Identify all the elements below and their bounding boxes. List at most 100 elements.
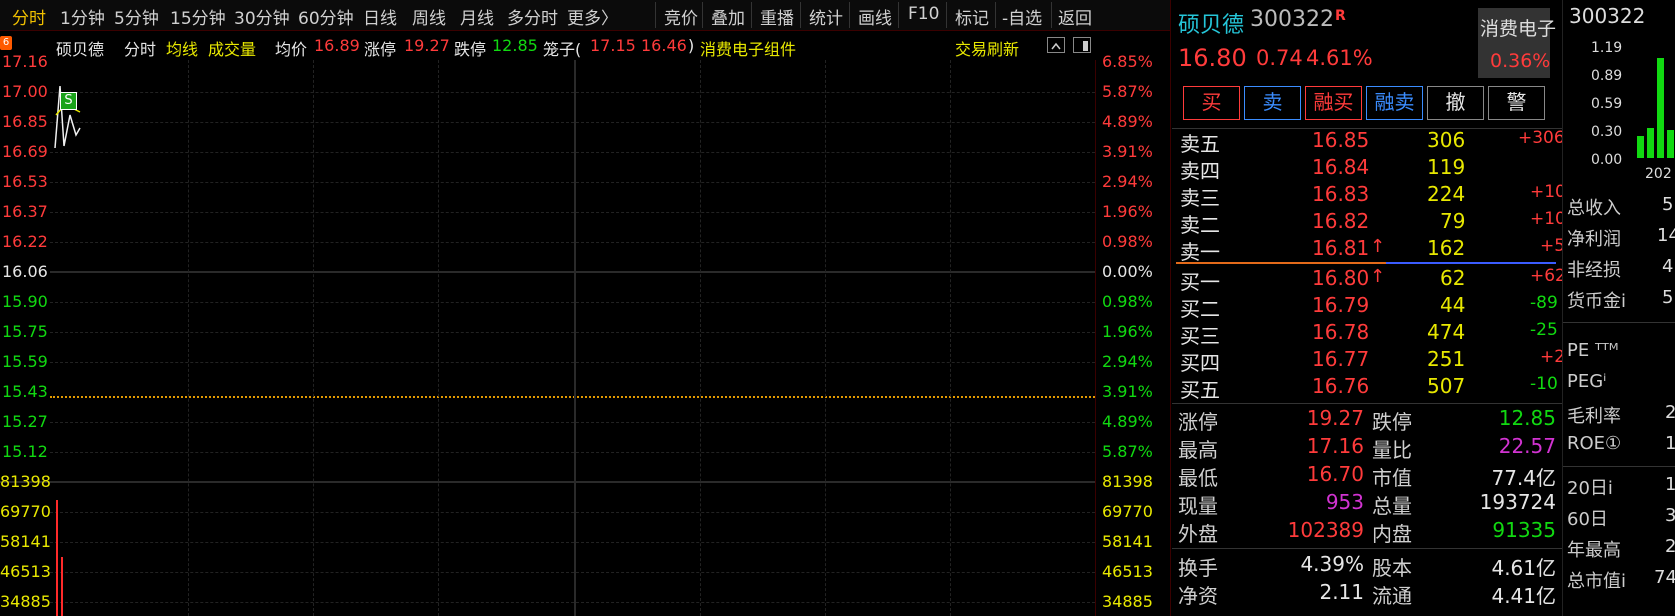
order-delta: +10 — [1530, 209, 1566, 229]
buy-order-row: 买五 16.76 507 -10 — [1180, 374, 1560, 402]
order-price: 16.83 — [1312, 182, 1370, 206]
midday-line — [574, 60, 576, 616]
stat-label: 内盘 — [1372, 522, 1412, 546]
toolbar-divider — [751, 2, 752, 28]
tab-daily[interactable]: 日线 — [363, 4, 397, 29]
stat-label: 涨停 — [1178, 410, 1218, 434]
order-delta: +62 — [1530, 266, 1566, 286]
short-sell-button[interactable]: 融卖 — [1366, 86, 1423, 120]
tab-more[interactable]: 更多〉 — [567, 4, 618, 29]
order-volume: 474 — [1427, 320, 1466, 344]
tab-multi-intraday[interactable]: 多分时 — [507, 4, 558, 29]
gridline — [950, 60, 951, 616]
order-volume: 507 — [1427, 374, 1466, 398]
stat-label: 现量 — [1178, 494, 1218, 518]
zero-line — [50, 271, 1095, 273]
alert-button[interactable]: 警 — [1488, 86, 1545, 120]
order-volume: 224 — [1427, 182, 1466, 206]
tab-15min[interactable]: 15分钟 — [170, 4, 226, 29]
price-change: 0.74 — [1256, 46, 1303, 70]
tab-5min[interactable]: 5分钟 — [114, 4, 159, 29]
ratio-label[interactable]: PEGⁱ — [1567, 371, 1606, 392]
stat-label: 量比 — [1372, 438, 1412, 462]
period-label[interactable]: 20日i — [1567, 474, 1613, 500]
tool-statistics[interactable]: 统计 — [809, 4, 843, 29]
order-volume: 119 — [1427, 155, 1466, 179]
gridline — [700, 60, 701, 616]
sector-link[interactable]: 消费电子组件 — [700, 36, 796, 60]
order-level: 卖四 — [1180, 159, 1220, 183]
tool-auction[interactable]: 竞价 — [664, 4, 698, 29]
fin-value: 5 — [1662, 194, 1674, 215]
volume-separator — [0, 481, 1095, 483]
gridline — [438, 60, 439, 616]
fin-label[interactable]: 货币金i — [1567, 287, 1626, 313]
bar-axis-tick: 0.00 — [1591, 152, 1623, 168]
buy-signal-marker[interactable]: S — [60, 92, 77, 110]
stat-value: 953 — [1325, 490, 1364, 514]
volume-toggle[interactable]: 成交量 — [208, 36, 256, 60]
ratio-label[interactable]: ROE① — [1567, 433, 1621, 454]
tool-overlay[interactable]: 叠加 — [711, 4, 745, 29]
price-tick: 15.43 — [2, 382, 48, 401]
stat-value: 22.57 — [1498, 434, 1556, 458]
intraday-chart[interactable] — [0, 60, 1097, 616]
fin-label: 非经损 — [1567, 260, 1621, 281]
toolbar-divider — [1051, 2, 1052, 28]
collapse-icon[interactable] — [1047, 37, 1065, 53]
stat-label: 市值 — [1372, 466, 1412, 490]
buy-button[interactable]: 买 — [1183, 86, 1240, 120]
order-level: 买四 — [1180, 351, 1220, 375]
tool-replay[interactable]: 重播 — [760, 4, 794, 29]
gridline — [50, 122, 1095, 123]
period-label[interactable]: 总市值i — [1567, 567, 1626, 593]
tab-intraday[interactable]: 分时 — [12, 4, 46, 29]
order-volume: 306 — [1427, 128, 1466, 152]
order-volume: 79 — [1440, 209, 1466, 233]
pct-tick: 4.89% — [1102, 112, 1153, 131]
stat-label: 跌停 — [1372, 410, 1412, 434]
sell-button[interactable]: 卖 — [1244, 86, 1301, 120]
bar-year-label: 202 — [1645, 166, 1672, 182]
tool-back[interactable]: 返回 — [1058, 4, 1092, 29]
tool-remove-watchlist[interactable]: -自选 — [1002, 4, 1042, 29]
tab-60min[interactable]: 60分钟 — [298, 4, 354, 29]
gridline — [50, 602, 1095, 603]
price-tick: 16.53 — [2, 172, 48, 191]
stat-label: 最高 — [1178, 438, 1218, 462]
trade-refresh-button[interactable]: 交易刷新 — [955, 36, 1019, 60]
fin-value: 5 — [1662, 287, 1674, 308]
sector-card[interactable]: 消费电子 0.36% — [1478, 8, 1556, 78]
order-volume: 251 — [1427, 347, 1466, 371]
bar-axis-tick: 0.59 — [1591, 96, 1623, 112]
order-level: 买五 — [1180, 378, 1220, 402]
tab-weekly[interactable]: 周线 — [412, 4, 446, 29]
tool-draw[interactable]: 画线 — [858, 4, 892, 29]
period-value: 3 — [1665, 505, 1675, 526]
order-price: 16.84 — [1312, 155, 1370, 179]
tool-f10[interactable]: F10 — [908, 4, 939, 24]
toolbar-divider — [849, 2, 850, 28]
tool-mark[interactable]: 标记 — [955, 4, 989, 29]
period-label: 60日 — [1567, 509, 1608, 530]
avg-line-toggle[interactable]: 均线 — [166, 36, 198, 60]
tab-1min[interactable]: 1分钟 — [60, 4, 105, 29]
pct-tick: 5.87% — [1102, 442, 1153, 461]
volume-tick: 81398 — [1102, 472, 1153, 491]
order-price: 16.81 — [1312, 236, 1370, 260]
period-label: 年最高 — [1567, 540, 1621, 561]
gridline — [188, 60, 189, 616]
margin-buy-button[interactable]: 融买 — [1305, 86, 1362, 120]
price-tick: 17.00 — [2, 82, 48, 101]
tab-monthly[interactable]: 月线 — [460, 4, 494, 29]
price-tick: 16.06 — [2, 262, 48, 281]
order-volume: 44 — [1440, 293, 1466, 317]
cancel-order-button[interactable]: 撤 — [1427, 86, 1484, 120]
side-panel-icon[interactable] — [1073, 37, 1091, 53]
sell-order-row: 卖四 16.84 119 — [1180, 155, 1560, 183]
tab-30min[interactable]: 30分钟 — [234, 4, 290, 29]
pct-tick: 2.94% — [1102, 352, 1153, 371]
pct-tick: 0.98% — [1102, 292, 1153, 311]
gridline — [50, 242, 1095, 243]
volume-bar — [61, 557, 63, 616]
